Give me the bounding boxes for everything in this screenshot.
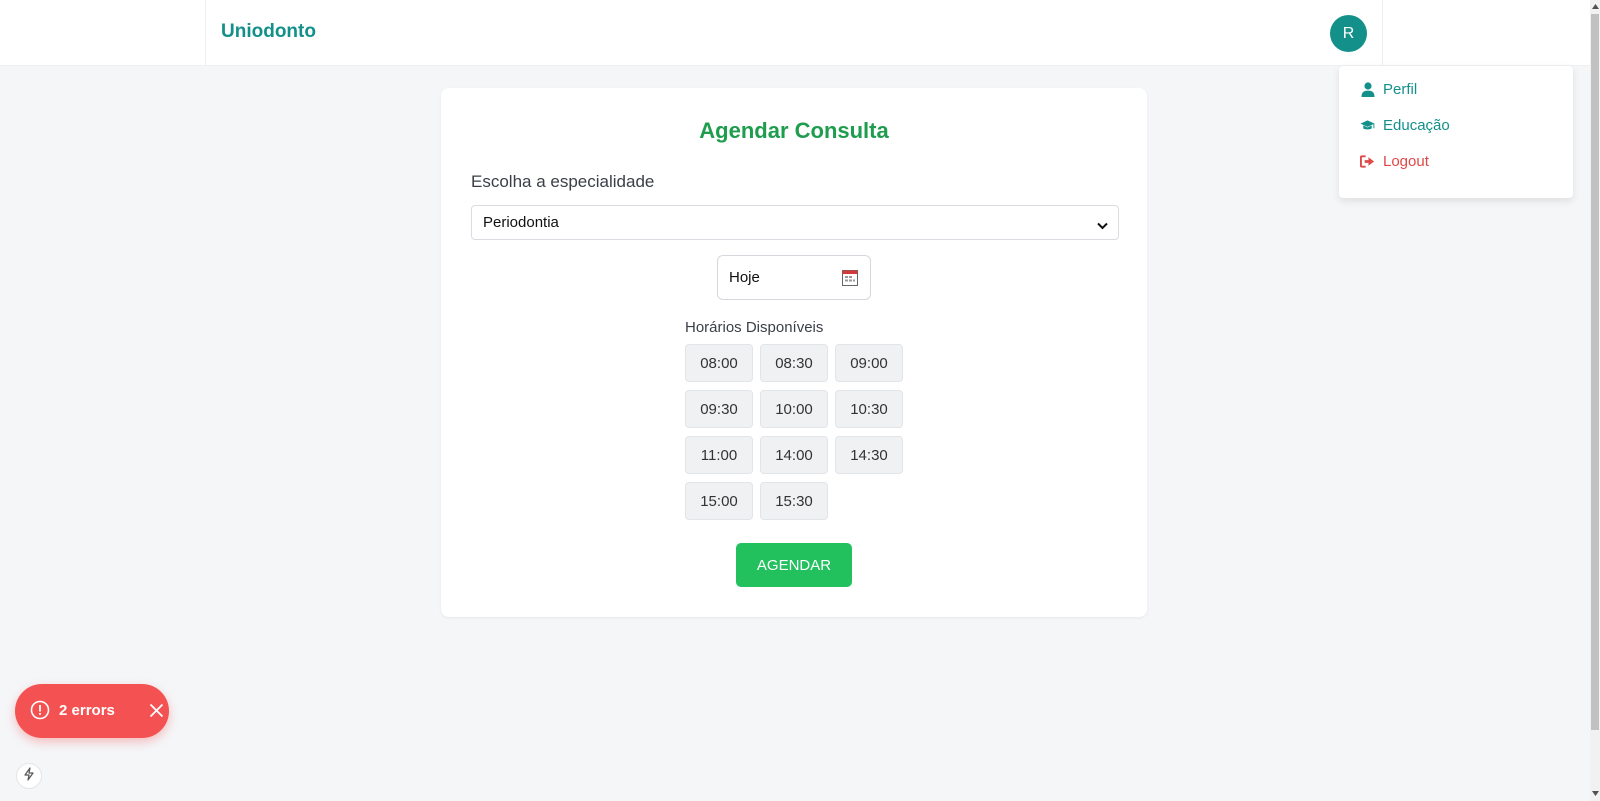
menu-item-educacao[interactable]: Educação <box>1360 117 1450 134</box>
time-slot-button[interactable]: 14:00 <box>760 436 828 474</box>
brand-logo[interactable]: Uniodonto <box>221 21 316 43</box>
time-slot-button[interactable]: 08:30 <box>760 344 828 382</box>
user-icon <box>1360 82 1375 97</box>
date-value: Hoje <box>729 269 760 286</box>
errors-count: 2 errors <box>59 702 115 719</box>
time-slot-button[interactable]: 10:00 <box>760 390 828 428</box>
scrollbar-thumb[interactable] <box>1591 14 1599 730</box>
lightning-icon <box>23 766 35 786</box>
page-title: Agendar Consulta <box>699 118 889 143</box>
time-slot-button[interactable]: 09:30 <box>685 390 753 428</box>
header-divider-right <box>1382 0 1383 66</box>
graduation-cap-icon <box>1360 118 1375 133</box>
slots-label: Horários Disponíveis <box>685 319 824 336</box>
menu-item-logout[interactable]: Logout <box>1360 153 1429 170</box>
user-dropdown-menu: Perfil Educação Logout <box>1339 66 1573 198</box>
specialty-label: Escolha a especialidade <box>471 172 655 191</box>
time-slot-button[interactable]: 10:30 <box>835 390 903 428</box>
user-avatar[interactable]: R <box>1330 15 1367 52</box>
vertical-scrollbar[interactable] <box>1590 0 1600 801</box>
time-slot-button[interactable]: 14:30 <box>835 436 903 474</box>
specialty-select[interactable]: Periodontia <box>471 205 1119 240</box>
menu-item-perfil[interactable]: Perfil <box>1360 81 1417 98</box>
specialty-value: Periodontia <box>483 214 559 231</box>
menu-item-label: Educação <box>1383 117 1450 134</box>
date-picker-input[interactable]: Hoje <box>717 255 871 300</box>
calendar-icon[interactable] <box>842 270 858 290</box>
header-divider-left <box>205 0 206 66</box>
alert-circle-icon <box>30 700 50 725</box>
time-slot-button[interactable]: 09:00 <box>835 344 903 382</box>
menu-item-label: Perfil <box>1383 81 1418 98</box>
time-slot-button[interactable]: 15:30 <box>760 482 828 520</box>
chevron-down-icon <box>1097 217 1108 234</box>
close-icon[interactable] <box>149 703 164 723</box>
sign-out-icon <box>1360 154 1375 169</box>
time-slot-button[interactable]: 11:00 <box>685 436 753 474</box>
time-slots-grid: 08:00 08:30 09:00 09:30 10:00 10:30 11:0… <box>685 344 905 520</box>
menu-item-label: Logout <box>1383 153 1429 170</box>
scroll-down-arrow-icon[interactable] <box>1591 789 1599 797</box>
appointment-card: Agendar Consulta Escolha a especialidade… <box>441 88 1147 617</box>
top-header: Uniodonto R <box>0 0 1590 66</box>
errors-toast[interactable]: 2 errors <box>15 684 169 738</box>
dev-tools-button[interactable] <box>16 763 42 789</box>
time-slot-button[interactable]: 08:00 <box>685 344 753 382</box>
scroll-up-arrow-icon[interactable] <box>1591 2 1599 10</box>
time-slot-button[interactable]: 15:00 <box>685 482 753 520</box>
agendar-button[interactable]: AGENDAR <box>736 543 852 587</box>
